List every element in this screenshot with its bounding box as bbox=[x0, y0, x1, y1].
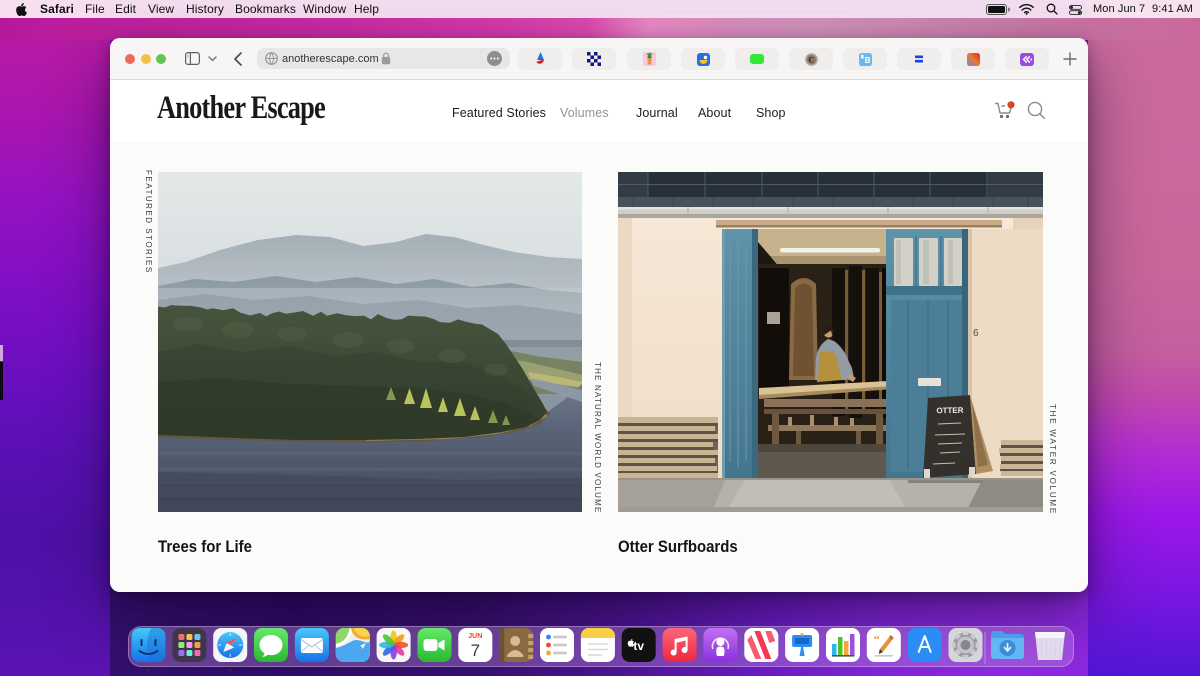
svg-text:“: “ bbox=[874, 632, 880, 646]
svg-text:6: 6 bbox=[973, 328, 979, 339]
svg-text:C: C bbox=[808, 54, 814, 64]
svg-text:B: B bbox=[864, 56, 870, 65]
svg-text:JUN: JUN bbox=[468, 633, 482, 640]
svg-text:7: 7 bbox=[471, 641, 480, 660]
svg-text:tv: tv bbox=[633, 639, 644, 653]
svg-text:OTTER: OTTER bbox=[936, 406, 963, 415]
